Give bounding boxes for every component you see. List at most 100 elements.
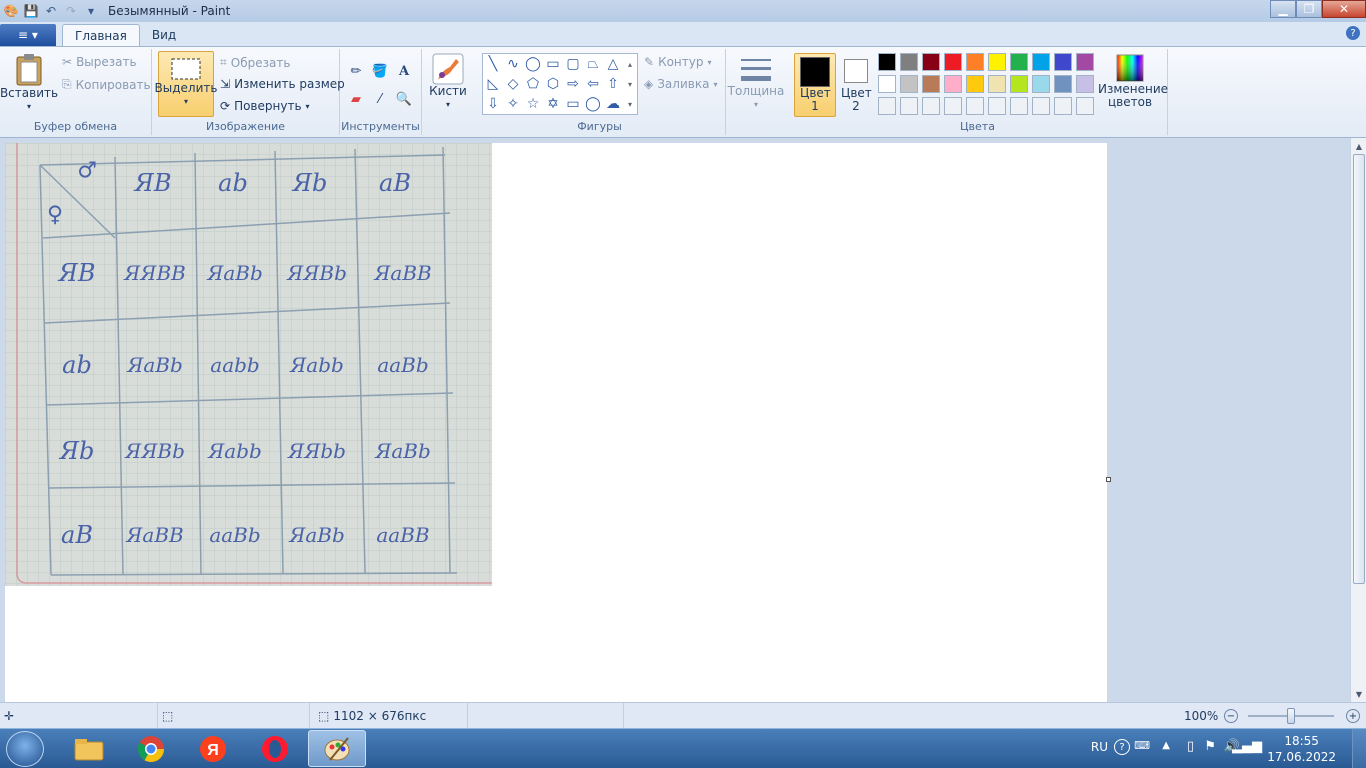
maximize-button[interactable]: ❐	[1296, 0, 1322, 18]
crop-button[interactable]: ⌗ Обрезать	[220, 55, 290, 70]
pencil-icon[interactable]: ✏	[346, 61, 366, 81]
file-menu-button[interactable]: ≡ ▾	[0, 24, 56, 46]
hexagon-shape-icon[interactable]: ⬡	[543, 74, 563, 94]
close-button[interactable]: ✕	[1322, 0, 1366, 18]
taskbar-yandex-icon[interactable]: Я	[184, 730, 242, 767]
palette-swatch[interactable]	[922, 53, 940, 71]
customize-qat-icon[interactable]: ▾	[82, 2, 100, 20]
zoom-out-icon[interactable]: −	[1224, 709, 1238, 723]
polygon-shape-icon[interactable]: ⏢	[583, 54, 603, 74]
line-shape-icon[interactable]: ╲	[483, 54, 503, 74]
magnifier-icon[interactable]: 🔍	[394, 89, 414, 109]
palette-custom-slot[interactable]	[944, 97, 962, 115]
palette-custom-slot[interactable]	[1054, 97, 1072, 115]
cut-button[interactable]: ✂ Вырезать	[62, 55, 137, 69]
color1-button[interactable]: Цвет 1	[794, 53, 836, 117]
color2-button[interactable]: Цвет 2	[840, 53, 872, 117]
scrollbar-thumb[interactable]	[1353, 154, 1365, 584]
redo-icon[interactable]: ↷	[62, 2, 80, 20]
diamond-shape-icon[interactable]: ◇	[503, 74, 523, 94]
taskbar-explorer-icon[interactable]	[60, 730, 118, 767]
show-hidden-icons-icon[interactable]: ▲	[1162, 740, 1170, 751]
drawing-canvas[interactable]: ♂ ЯВ ab Яb aB ♀ ЯВ ЯЯВВ ЯаВb ЯЯВb ЯаВВ ab ЯаВb aabb Яа…	[5, 143, 1107, 702]
taskbar-paint-icon[interactable]	[308, 730, 366, 767]
palette-swatch[interactable]	[878, 53, 896, 71]
copy-button[interactable]: ⎘ Копировать	[62, 77, 151, 92]
palette-custom-slot[interactable]	[1076, 97, 1094, 115]
zoom-slider-thumb[interactable]	[1287, 708, 1295, 724]
palette-custom-slot[interactable]	[1010, 97, 1028, 115]
help-tray-icon[interactable]: ?	[1114, 739, 1130, 755]
palette-swatch[interactable]	[988, 75, 1006, 93]
palette-custom-slot[interactable]	[900, 97, 918, 115]
rounded-rectangle-shape-icon[interactable]: ▢	[563, 54, 583, 74]
show-desktop-button[interactable]	[1352, 729, 1366, 768]
taskbar-chrome-icon[interactable]	[122, 730, 180, 767]
six-point-star-shape-icon[interactable]: ✡	[543, 94, 563, 114]
tab-view[interactable]: Вид	[140, 24, 188, 46]
start-button-icon[interactable]	[6, 731, 44, 767]
select-button[interactable]: Выделить ▾	[155, 51, 217, 117]
palette-swatch[interactable]	[900, 53, 918, 71]
scroll-up-icon[interactable]: ▴	[623, 54, 637, 74]
five-point-star-shape-icon[interactable]: ☆	[523, 94, 543, 114]
expand-gallery-icon[interactable]: ▾	[623, 94, 637, 114]
tab-home[interactable]: Главная	[62, 24, 140, 46]
color-picker-icon[interactable]: ⁄	[370, 89, 390, 109]
palette-swatch[interactable]	[988, 53, 1006, 71]
palette-swatch[interactable]	[1054, 75, 1072, 93]
curve-shape-icon[interactable]: ∿	[503, 54, 523, 74]
taskbar-opera-icon[interactable]	[246, 730, 304, 767]
palette-swatch[interactable]	[1010, 75, 1028, 93]
cloud-callout-shape-icon[interactable]: ☁	[603, 94, 623, 114]
vertical-scrollbar[interactable]: ▲ ▼	[1350, 138, 1366, 702]
zoom-in-icon[interactable]: +	[1346, 709, 1360, 723]
oval-callout-shape-icon[interactable]: ◯	[583, 94, 603, 114]
device-tray-icon[interactable]: ▯	[1187, 739, 1194, 754]
rectangle-shape-icon[interactable]: ▭	[543, 54, 563, 74]
palette-swatch[interactable]	[1032, 53, 1050, 71]
up-arrow-shape-icon[interactable]: ⇧	[603, 74, 623, 94]
text-icon[interactable]: A	[394, 61, 414, 81]
pentagon-shape-icon[interactable]: ⬠	[523, 74, 543, 94]
keyboard-tray-icon[interactable]: ⌨	[1134, 739, 1150, 752]
palette-swatch[interactable]	[878, 75, 896, 93]
fill-button[interactable]: ◈ Заливка ▾	[644, 77, 717, 91]
palette-swatch[interactable]	[1010, 53, 1028, 71]
right-arrow-shape-icon[interactable]: ⇨	[563, 74, 583, 94]
rect-callout-shape-icon[interactable]: ▭	[563, 94, 583, 114]
clock[interactable]: 18:55 17.06.2022	[1267, 733, 1336, 765]
brushes-button[interactable]: Кисти ▾	[428, 53, 468, 111]
palette-swatch[interactable]	[1054, 53, 1072, 71]
four-point-star-shape-icon[interactable]: ✧	[503, 94, 523, 114]
size-button[interactable]: Толщина ▾	[728, 55, 784, 111]
canvas-workarea[interactable]: ♂ ЯВ ab Яb aB ♀ ЯВ ЯЯВВ ЯаВb ЯЯВb ЯаВВ ab ЯаВb aabb Яа…	[0, 138, 1350, 702]
fill-icon[interactable]: 🪣	[370, 61, 390, 81]
edit-colors-button[interactable]: Изменение цветов	[1098, 53, 1168, 109]
right-triangle-shape-icon[interactable]: ◺	[483, 74, 503, 94]
scroll-down-icon[interactable]: ▾	[623, 74, 637, 94]
language-indicator[interactable]: RU	[1091, 740, 1108, 754]
action-center-flag-icon[interactable]: ⚑	[1204, 739, 1216, 754]
palette-swatch[interactable]	[1032, 75, 1050, 93]
oval-shape-icon[interactable]: ◯	[523, 54, 543, 74]
palette-custom-slot[interactable]	[922, 97, 940, 115]
palette-swatch[interactable]	[966, 53, 984, 71]
paint-app-icon[interactable]: 🎨	[2, 2, 20, 20]
palette-custom-slot[interactable]	[988, 97, 1006, 115]
resize-button[interactable]: ⇲ Изменить размер	[220, 77, 345, 91]
left-arrow-shape-icon[interactable]: ⇦	[583, 74, 603, 94]
palette-swatch[interactable]	[900, 75, 918, 93]
scroll-up-arrow-icon[interactable]: ▲	[1351, 138, 1366, 154]
pasted-photo-punnett-square[interactable]: ♂ ЯВ ab Яb aB ♀ ЯВ ЯЯВВ ЯаВb ЯЯВb ЯаВВ ab ЯаВb aabb Яа…	[5, 143, 492, 586]
undo-icon[interactable]: ↶	[42, 2, 60, 20]
eraser-icon[interactable]: ▰	[346, 89, 366, 109]
canvas-resize-handle[interactable]	[1106, 477, 1111, 482]
down-arrow-shape-icon[interactable]: ⇩	[483, 94, 503, 114]
help-icon[interactable]: ?	[1346, 26, 1360, 40]
palette-swatch[interactable]	[1076, 53, 1094, 71]
paste-button[interactable]: Вставить ▾	[0, 53, 58, 113]
rotate-button[interactable]: ⟳ Повернуть ▾	[220, 99, 310, 113]
scroll-down-arrow-icon[interactable]: ▼	[1351, 686, 1366, 702]
save-icon[interactable]: 💾	[22, 2, 40, 20]
